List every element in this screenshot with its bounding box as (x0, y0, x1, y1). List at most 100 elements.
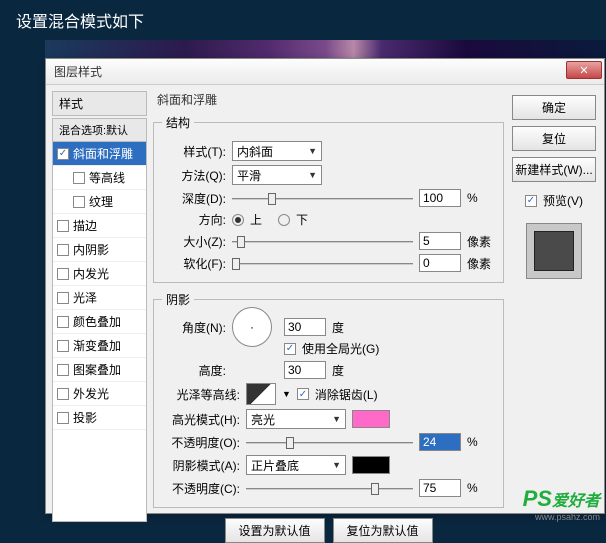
watermark: PS爱好者 www.psahz.com (523, 486, 600, 522)
style-item[interactable]: 颜色叠加 (53, 310, 146, 334)
titlebar[interactable]: 图层样式 ✕ (46, 59, 604, 85)
up-label: 上 (250, 211, 262, 228)
antialias-checkbox[interactable] (297, 388, 309, 400)
angle-label: 角度(N): (162, 319, 226, 336)
style-item[interactable]: 外发光 (53, 382, 146, 406)
style-checkbox[interactable] (57, 148, 69, 160)
style-item[interactable]: 等高线 (53, 166, 146, 190)
style-item[interactable]: 描边 (53, 214, 146, 238)
method-label: 方法(Q): (162, 167, 226, 184)
antialias-label: 消除锯齿(L) (315, 386, 378, 403)
blend-options-header[interactable]: 混合选项:默认 (52, 118, 147, 142)
depth-unit: % (467, 191, 495, 205)
depth-slider[interactable] (232, 195, 413, 201)
style-item-label: 斜面和浮雕 (73, 145, 133, 162)
ok-button[interactable]: 确定 (512, 95, 596, 120)
style-item[interactable]: 光泽 (53, 286, 146, 310)
method-select[interactable]: 平滑▼ (232, 165, 322, 185)
angle-input[interactable]: 30 (284, 318, 326, 336)
style-item[interactable]: 纹理 (53, 190, 146, 214)
page-heading: 设置混合模式如下 (0, 0, 606, 40)
style-checkbox[interactable] (57, 316, 69, 328)
style-checkbox[interactable] (73, 172, 85, 184)
chevron-down-icon[interactable]: ▼ (282, 389, 291, 399)
style-checkbox[interactable] (57, 292, 69, 304)
highlight-opacity-slider[interactable] (246, 439, 413, 445)
style-item[interactable]: 投影 (53, 406, 146, 430)
styles-header[interactable]: 样式 (52, 91, 147, 116)
size-slider[interactable] (232, 238, 413, 244)
reset-default-button[interactable]: 复位为默认值 (333, 518, 433, 543)
style-checkbox[interactable] (57, 364, 69, 376)
chevron-down-icon: ▼ (308, 146, 317, 156)
direction-label: 方向: (162, 211, 226, 228)
shadow-mode-label: 阴影模式(A): (162, 457, 240, 474)
style-checkbox[interactable] (73, 196, 85, 208)
preview-checkbox[interactable] (525, 195, 537, 207)
styles-panel: 样式 混合选项:默认 斜面和浮雕等高线纹理描边内阴影内发光光泽颜色叠加渐变叠加图… (52, 91, 147, 507)
settings-panel: 斜面和浮雕 结构 样式(T): 内斜面▼ 方法(Q): 平滑▼ 深度(D): (153, 91, 504, 507)
soften-slider[interactable] (232, 260, 413, 266)
shadow-color-swatch[interactable] (352, 456, 390, 474)
size-label: 大小(Z): (162, 233, 226, 250)
close-button[interactable]: ✕ (566, 61, 602, 79)
style-item-label: 等高线 (89, 169, 125, 186)
action-panel: 确定 复位 新建样式(W)... 预览(V) (510, 91, 598, 507)
angle-dial[interactable] (232, 307, 272, 347)
highlight-mode-label: 高光模式(H): (162, 411, 240, 428)
shadow-opacity-slider[interactable] (246, 485, 413, 491)
gloss-contour-picker[interactable] (246, 383, 276, 405)
new-style-button[interactable]: 新建样式(W)... (512, 157, 596, 182)
style-checkbox[interactable] (57, 244, 69, 256)
style-item[interactable]: 图案叠加 (53, 358, 146, 382)
make-default-button[interactable]: 设置为默认值 (225, 518, 325, 543)
depth-input[interactable]: 100 (419, 189, 461, 207)
gloss-contour-label: 光泽等高线: (162, 386, 240, 403)
depth-label: 深度(D): (162, 190, 226, 207)
percent-unit: % (467, 481, 495, 495)
style-checkbox[interactable] (57, 340, 69, 352)
highlight-color-swatch[interactable] (352, 410, 390, 428)
highlight-opacity-label: 不透明度(O): (162, 434, 240, 451)
style-item-label: 图案叠加 (73, 361, 121, 378)
style-item-label: 内阴影 (73, 241, 109, 258)
style-checkbox[interactable] (57, 388, 69, 400)
preview-label: 预览(V) (543, 192, 583, 209)
dialog-title: 图层样式 (54, 63, 102, 80)
style-checkbox[interactable] (57, 412, 69, 424)
size-input[interactable]: 5 (419, 232, 461, 250)
style-item[interactable]: 内阴影 (53, 238, 146, 262)
chevron-down-icon: ▼ (332, 414, 341, 424)
shadow-mode-select[interactable]: 正片叠底▼ (246, 455, 346, 475)
preview-box (526, 223, 582, 279)
style-select[interactable]: 内斜面▼ (232, 141, 322, 161)
altitude-unit: 度 (332, 362, 344, 379)
style-checkbox[interactable] (57, 220, 69, 232)
style-item-label: 颜色叠加 (73, 313, 121, 330)
style-item[interactable]: 斜面和浮雕 (53, 142, 146, 166)
style-item-label: 渐变叠加 (73, 337, 121, 354)
style-item-label: 纹理 (89, 193, 113, 210)
global-light-label: 使用全局光(G) (302, 340, 379, 357)
structure-legend: 结构 (162, 114, 194, 131)
direction-up-radio[interactable] (232, 214, 244, 226)
altitude-input[interactable]: 30 (284, 361, 326, 379)
shading-legend: 阴影 (162, 291, 194, 308)
cancel-button[interactable]: 复位 (512, 126, 596, 151)
direction-down-radio[interactable] (278, 214, 290, 226)
highlight-opacity-input[interactable]: 24 (419, 433, 461, 451)
styles-list: 斜面和浮雕等高线纹理描边内阴影内发光光泽颜色叠加渐变叠加图案叠加外发光投影 (52, 142, 147, 522)
style-item[interactable]: 内发光 (53, 262, 146, 286)
style-item-label: 光泽 (73, 289, 97, 306)
style-checkbox[interactable] (57, 268, 69, 280)
style-item[interactable]: 渐变叠加 (53, 334, 146, 358)
shadow-opacity-input[interactable]: 75 (419, 479, 461, 497)
global-light-checkbox[interactable] (284, 343, 296, 355)
highlight-mode-select[interactable]: 亮光▼ (246, 409, 346, 429)
soften-input[interactable]: 0 (419, 254, 461, 272)
style-label: 样式(T): (162, 143, 226, 160)
percent-unit: % (467, 435, 495, 449)
decoration-bar (45, 40, 606, 58)
shading-group: 阴影 角度(N): 30 度 使用全局光(G) 高度: (153, 291, 504, 508)
down-label: 下 (296, 211, 308, 228)
